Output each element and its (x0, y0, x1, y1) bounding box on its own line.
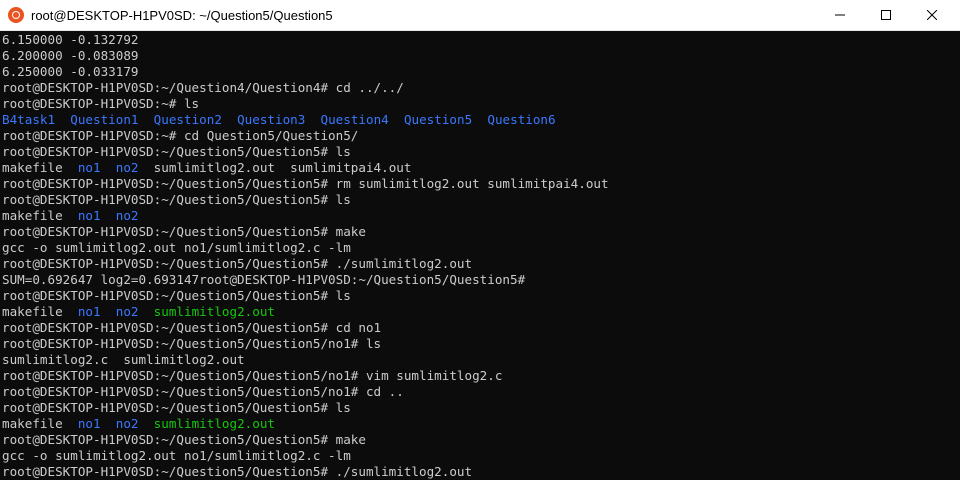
terminal-text: root@DESKTOP-H1PV0SD:~/Question5/Questio… (2, 384, 404, 399)
terminal-line: sumlimitlog2.c sumlimitlog2.out (2, 352, 245, 368)
terminal-line: root@DESKTOP-H1PV0SD:~/Question5/Questio… (2, 384, 404, 400)
minimize-button[interactable] (817, 0, 863, 30)
terminal-text: root@DESKTOP-H1PV0SD:~/Question5/Questio… (2, 288, 351, 303)
title-bar[interactable]: root@DESKTOP-H1PV0SD: ~/Question5/Questi… (0, 0, 960, 31)
terminal-line: 6.250000 -0.033179 (2, 64, 138, 80)
terminal-text: root@DESKTOP-H1PV0SD:~/Question4/Questio… (2, 80, 404, 95)
terminal-output[interactable]: 6.150000 -0.132792 6.200000 -0.083089 6.25… (0, 31, 960, 480)
terminal-line: gcc -o sumlimitlog2.out no1/sumlimitlog2… (2, 240, 351, 256)
directory-name: no1 (77, 304, 101, 319)
terminal-text: root@DESKTOP-H1PV0SD:~/Question5/Questio… (2, 368, 503, 383)
terminal-text: root@DESKTOP-H1PV0SD:~/Question5/Questio… (2, 464, 473, 479)
executable-name: sumlimitlog2.out (153, 304, 275, 319)
terminal-text: root@DESKTOP-H1PV0SD:~/Question5/Questio… (2, 176, 609, 191)
terminal-line: SUM=0.692647 log2=0.693147root@DESKTOP-H… (2, 272, 525, 288)
directory-name: B4task1 (2, 112, 56, 127)
terminal-text: gcc -o sumlimitlog2.out no1/sumlimitlog2… (2, 448, 351, 463)
directory-name: no2 (115, 416, 139, 431)
terminal-line: 6.200000 -0.083089 (2, 48, 138, 64)
directory-name: no1 (77, 160, 101, 175)
directory-name: Question3 (237, 112, 306, 127)
terminal-line: makefile no1 no2 (2, 208, 139, 224)
terminal-text: 6.200000 -0.083089 (2, 48, 139, 63)
terminal-text: root@DESKTOP-H1PV0SD:~/Question5/Questio… (2, 192, 351, 207)
terminal-line: B4task1 Question1 Question2 Question3 Qu… (2, 112, 556, 128)
terminal-line: root@DESKTOP-H1PV0SD:~/Question4/Questio… (2, 80, 404, 96)
terminal-line: root@DESKTOP-H1PV0SD:~/Question5/Questio… (2, 192, 351, 208)
terminal-line: root@DESKTOP-H1PV0SD:~/Question5/Questio… (2, 368, 502, 384)
terminal-text: root@DESKTOP-H1PV0SD:~/Question5/Questio… (2, 144, 351, 159)
terminal-line: root@DESKTOP-H1PV0SD:~/Question5/Questio… (2, 400, 351, 416)
terminal-line: root@DESKTOP-H1PV0SD:~/Question5/Questio… (2, 256, 472, 272)
terminal-line: root@DESKTOP-H1PV0SD:~# cd Question5/Que… (2, 128, 358, 144)
terminal-line: makefile no1 no2 sumlimitlog2.out (2, 416, 275, 432)
terminal-line: root@DESKTOP-H1PV0SD:~/Question5/Questio… (2, 144, 351, 160)
terminal-text: root@DESKTOP-H1PV0SD:~/Question5/Questio… (2, 256, 473, 271)
directory-name: Question4 (320, 112, 389, 127)
terminal-window: root@DESKTOP-H1PV0SD: ~/Question5/Questi… (0, 0, 960, 480)
terminal-text: sumlimitlog2.c sumlimitlog2.out (2, 352, 245, 367)
terminal-line: 6.150000 -0.132792 (2, 32, 138, 48)
terminal-line: makefile no1 no2 sumlimitlog2.out sumlim… (2, 160, 411, 176)
minimize-icon (835, 14, 845, 16)
terminal-line: root@DESKTOP-H1PV0SD:~/Question5/Questio… (2, 288, 351, 304)
terminal-text: root@DESKTOP-H1PV0SD:~# cd Question5/Que… (2, 128, 359, 143)
terminal-line: root@DESKTOP-H1PV0SD:~/Question5/Questio… (2, 224, 366, 240)
terminal-text: root@DESKTOP-H1PV0SD:~/Question5/Questio… (2, 400, 351, 415)
directory-name: no2 (115, 304, 139, 319)
terminal-line: root@DESKTOP-H1PV0SD:~/Question5/Questio… (2, 320, 381, 336)
terminal-line: makefile no1 no2 sumlimitlog2.out (2, 304, 275, 320)
terminal-line: root@DESKTOP-H1PV0SD:~/Question5/Questio… (2, 176, 609, 192)
directory-name: no2 (115, 208, 139, 223)
terminal-text: 6.150000 -0.132792 (2, 32, 139, 47)
terminal-text: makefile (2, 416, 78, 431)
terminal-line: root@DESKTOP-H1PV0SD:~/Question5/Questio… (2, 432, 366, 448)
directory-name: Question1 (70, 112, 139, 127)
terminal-text: root@DESKTOP-H1PV0SD:~/Question5/Questio… (2, 336, 382, 351)
close-icon (927, 10, 937, 20)
terminal-line: gcc -o sumlimitlog2.out no1/sumlimitlog2… (2, 448, 351, 464)
directory-name: Question2 (153, 112, 222, 127)
terminal-text: root@DESKTOP-H1PV0SD:~/Question5/Questio… (2, 224, 366, 239)
maximize-icon (881, 10, 891, 20)
terminal-text: sumlimitlog2.out sumlimitpai4.out (138, 160, 412, 175)
terminal-text: 6.250000 -0.033179 (2, 64, 139, 79)
directory-name: Question6 (487, 112, 556, 127)
terminal-text: root@DESKTOP-H1PV0SD:~# ls (2, 96, 200, 111)
directory-name: no1 (77, 208, 101, 223)
terminal-text: makefile (2, 208, 78, 223)
terminal-text: makefile (2, 160, 78, 175)
terminal-text: root@DESKTOP-H1PV0SD:~/Question5/Questio… (2, 320, 382, 335)
maximize-button[interactable] (863, 0, 909, 30)
window-title: root@DESKTOP-H1PV0SD: ~/Question5/Questi… (31, 8, 333, 23)
terminal-text: gcc -o sumlimitlog2.out no1/sumlimitlog2… (2, 240, 351, 255)
terminal-text: SUM=0.692647 log2=0.693147root@DESKTOP-H… (2, 272, 526, 287)
ubuntu-icon (8, 7, 24, 23)
executable-name: sumlimitlog2.out (153, 416, 275, 431)
directory-name: Question5 (403, 112, 473, 127)
terminal-text: makefile (2, 304, 78, 319)
close-button[interactable] (909, 0, 955, 30)
terminal-line: root@DESKTOP-H1PV0SD:~/Question5/Questio… (2, 336, 381, 352)
terminal-text: root@DESKTOP-H1PV0SD:~/Question5/Questio… (2, 432, 366, 447)
directory-name: no2 (115, 160, 139, 175)
terminal-line: root@DESKTOP-H1PV0SD:~# ls (2, 96, 199, 112)
terminal-line: root@DESKTOP-H1PV0SD:~/Question5/Questio… (2, 464, 472, 480)
directory-name: no1 (77, 416, 101, 431)
